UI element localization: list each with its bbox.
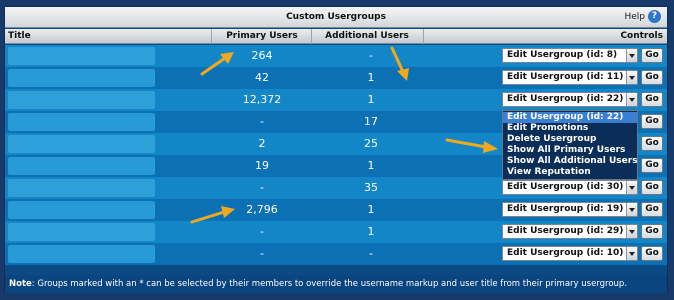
usergroup-action-select[interactable]: Edit Usergroup (id: 8)	[502, 48, 638, 63]
primary-users-count: 264	[251, 49, 273, 62]
redacted-title-cell	[8, 245, 155, 263]
go-button[interactable]: Go	[641, 246, 663, 261]
menu-item-edit-usergroup[interactable]: Edit Usergroup (id: 22)	[503, 112, 637, 123]
table-row: 2,796 1 Edit Usergroup (id: 19) Go	[5, 199, 667, 221]
select-value: Edit Usergroup (id: 8)	[507, 50, 618, 60]
table-row: 264 - Edit Usergroup (id: 8) Go	[5, 45, 667, 67]
additional-users-count: -	[369, 49, 373, 62]
go-button[interactable]: Go	[641, 136, 663, 151]
select-value: Edit Usergroup (id: 22)	[507, 94, 624, 104]
menu-item-edit-promotions[interactable]: Edit Promotions	[503, 123, 637, 134]
table-row: 12,372 1 Edit Usergroup (id: 22) Go	[5, 89, 667, 111]
redacted-title-cell	[8, 91, 155, 109]
primary-users-count: 19	[255, 159, 269, 172]
note-text: : Groups marked with an * can be selecte…	[31, 279, 628, 289]
go-button[interactable]: Go	[641, 92, 663, 107]
additional-users-count: 1	[367, 203, 375, 216]
additional-users-count: 17	[364, 115, 378, 128]
column-title: Title	[8, 31, 31, 41]
go-button[interactable]: Go	[641, 202, 663, 217]
table-row: 42 1 Edit Usergroup (id: 11) Go	[5, 67, 667, 89]
additional-users-count: 1	[367, 159, 375, 172]
go-button[interactable]: Go	[641, 180, 663, 195]
go-button[interactable]: Go	[641, 158, 663, 173]
footer-note: Note: Groups marked with an * can be sel…	[5, 275, 667, 293]
column-divider	[423, 29, 424, 44]
usergroup-action-select[interactable]: Edit Usergroup (id: 10)	[502, 246, 638, 261]
primary-users-count: -	[260, 247, 264, 260]
usergroup-action-select[interactable]: Edit Usergroup (id: 30)	[502, 180, 638, 195]
additional-users-count: 1	[367, 71, 375, 84]
redacted-title-cell	[8, 201, 155, 219]
usergroups-panel: Custom Usergroups Help? Title Primary Us…	[4, 6, 668, 293]
column-divider	[211, 29, 212, 44]
help-label: Help	[624, 12, 645, 22]
redacted-title-cell	[8, 47, 155, 65]
additional-users-count: 1	[367, 93, 375, 106]
menu-item-show-additional-users[interactable]: Show All Additional Users	[503, 156, 638, 167]
primary-users-count: -	[260, 225, 264, 238]
chevron-down-icon[interactable]	[626, 225, 637, 238]
go-button[interactable]: Go	[641, 114, 663, 129]
chevron-down-icon[interactable]	[626, 93, 637, 106]
select-value: Edit Usergroup (id: 11)	[507, 72, 624, 82]
go-button[interactable]: Go	[641, 70, 663, 85]
select-value: Edit Usergroup (id: 10)	[507, 248, 624, 258]
primary-users-count: 42	[255, 71, 269, 84]
chevron-down-icon[interactable]	[626, 71, 637, 84]
menu-item-delete-usergroup[interactable]: Delete Usergroup	[503, 134, 637, 145]
usergroup-action-select[interactable]: Edit Usergroup (id: 11)	[502, 70, 638, 85]
column-primary-users: Primary Users	[226, 31, 298, 41]
select-value: Edit Usergroup (id: 30)	[507, 182, 624, 192]
table-row: - 35 Edit Usergroup (id: 30) Go	[5, 177, 667, 199]
redacted-title-cell	[8, 157, 155, 175]
go-button[interactable]: Go	[641, 48, 663, 63]
chevron-down-icon[interactable]	[626, 181, 637, 194]
chevron-down-icon[interactable]	[626, 247, 637, 260]
redacted-title-cell	[8, 113, 155, 131]
redacted-title-cell	[8, 69, 155, 87]
primary-users-count: 12,372	[242, 93, 282, 106]
primary-users-count: -	[260, 115, 264, 128]
select-value: Edit Usergroup (id: 19)	[507, 204, 624, 214]
usergroup-action-select[interactable]: Edit Usergroup (id: 22)	[502, 92, 638, 107]
usergroup-action-dropdown-menu: Edit Usergroup (id: 22) Edit Promotions …	[502, 110, 638, 180]
redacted-title-cell	[8, 179, 155, 197]
primary-users-count: 2,796	[246, 203, 278, 216]
redacted-title-cell	[8, 223, 155, 241]
panel-title: Custom Usergroups	[286, 12, 386, 22]
additional-users-count: -	[369, 247, 373, 260]
column-controls: Controls	[620, 31, 663, 41]
chevron-down-icon[interactable]	[626, 49, 637, 62]
chevron-down-icon[interactable]	[626, 203, 637, 216]
table-header: Title Primary Users Additional Users Con…	[5, 29, 667, 44]
table-row: - 1 Edit Usergroup (id: 29) Go	[5, 221, 667, 243]
help-link[interactable]: Help?	[624, 10, 661, 25]
table-row: - - Edit Usergroup (id: 10) Go	[5, 243, 667, 265]
panel-caption: Custom Usergroups Help?	[5, 7, 667, 28]
menu-item-view-reputation[interactable]: View Reputation	[503, 167, 637, 178]
help-icon[interactable]: ?	[648, 10, 661, 23]
menu-item-show-primary-users[interactable]: Show All Primary Users	[503, 145, 637, 156]
go-button[interactable]: Go	[641, 224, 663, 239]
primary-users-count: 2	[258, 137, 266, 150]
additional-users-count: 1	[367, 225, 375, 238]
redacted-title-cell	[8, 135, 155, 153]
additional-users-count: 25	[364, 137, 378, 150]
note-label: Note	[9, 279, 32, 289]
column-additional-users: Additional Users	[325, 31, 409, 41]
primary-users-count: -	[260, 181, 264, 194]
select-value: Edit Usergroup (id: 29)	[507, 226, 624, 236]
additional-users-count: 35	[364, 181, 378, 194]
usergroup-action-select[interactable]: Edit Usergroup (id: 29)	[502, 224, 638, 239]
usergroup-action-select[interactable]: Edit Usergroup (id: 19)	[502, 202, 638, 217]
